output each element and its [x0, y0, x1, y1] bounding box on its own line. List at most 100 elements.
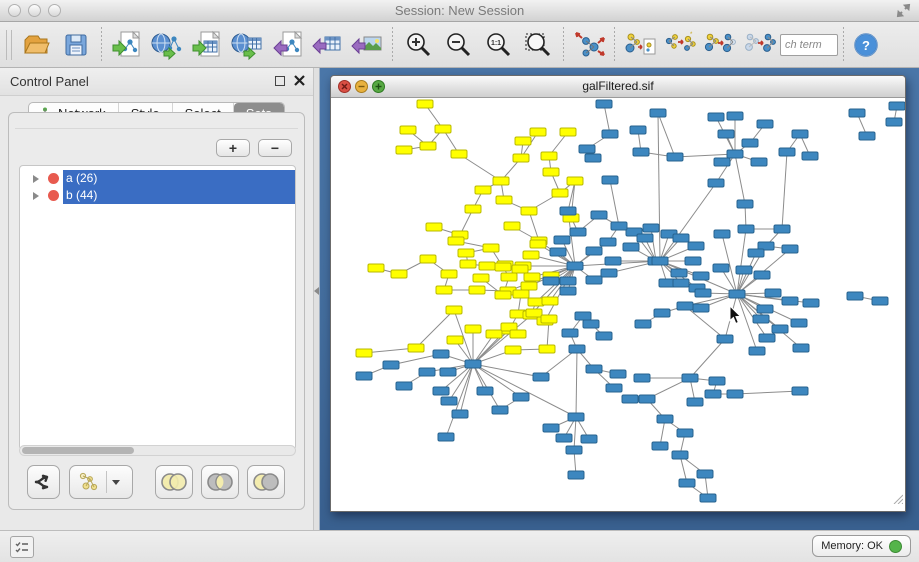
- close-panel-icon[interactable]: [294, 75, 305, 86]
- network-node-selected: [530, 128, 546, 136]
- memory-ok-indicator: [889, 540, 902, 553]
- network-canvas[interactable]: [331, 98, 905, 511]
- network-node: [396, 382, 412, 390]
- set-row-a[interactable]: a (26): [20, 170, 295, 187]
- network-node: [601, 269, 617, 277]
- float-panel-icon[interactable]: [275, 76, 285, 86]
- network-node-selected: [552, 189, 568, 197]
- select-first-neighbors-button[interactable]: [700, 25, 740, 65]
- import-network-file-button[interactable]: [107, 25, 147, 65]
- network-node: [654, 309, 670, 317]
- network-frame[interactable]: galFiltered.sif: [330, 75, 906, 512]
- network-node: [652, 257, 668, 265]
- scrollbar-thumb[interactable]: [22, 447, 134, 454]
- export-network-button[interactable]: [267, 25, 307, 65]
- apply-layout-button[interactable]: [569, 25, 609, 65]
- network-node: [754, 271, 770, 279]
- expand-arrow-icon[interactable]: [33, 175, 39, 183]
- import-network-url-button[interactable]: [147, 25, 187, 65]
- chevron-down-icon[interactable]: [112, 480, 120, 485]
- task-list-icon: [15, 541, 29, 553]
- network-node: [633, 148, 649, 156]
- difference-sets-button[interactable]: [247, 465, 285, 499]
- zoom-actual-size-button[interactable]: 1:1: [478, 25, 518, 65]
- set-row-b[interactable]: b (44): [20, 187, 295, 204]
- network-node: [677, 429, 693, 437]
- toolbar-drag-handle[interactable]: [6, 30, 12, 60]
- network-node: [847, 292, 863, 300]
- network-node: [671, 269, 687, 277]
- zoom-in-button[interactable]: [398, 25, 438, 65]
- help-button[interactable]: ?: [849, 25, 883, 65]
- app-window: Session: New Session: [0, 0, 919, 562]
- network-node: [583, 320, 599, 328]
- toolbar-separator: [392, 27, 393, 63]
- intersect-sets-button[interactable]: [201, 465, 239, 499]
- save-session-button[interactable]: [56, 25, 96, 65]
- import-table-file-button[interactable]: [187, 25, 227, 65]
- add-set-button[interactable]: +: [216, 139, 250, 157]
- memory-status-button[interactable]: Memory: OK: [812, 535, 911, 557]
- select-from-file-button[interactable]: [620, 25, 660, 65]
- collapse-panel-icon[interactable]: [314, 287, 319, 295]
- venn-intersection-icon: [206, 472, 234, 492]
- network-node: [606, 384, 622, 392]
- network-node-selected: [469, 286, 485, 294]
- network-node: [748, 249, 764, 257]
- network-node: [596, 100, 612, 108]
- network-node: [742, 139, 758, 147]
- network-node-selected: [460, 260, 476, 268]
- network-node: [639, 395, 655, 403]
- network-node: [727, 390, 743, 398]
- network-frame-title: galFiltered.sif: [331, 79, 905, 93]
- frame-resize-grip[interactable]: [891, 491, 903, 509]
- import-table-url-button[interactable]: [227, 25, 267, 65]
- network-node: [693, 304, 709, 312]
- task-history-button[interactable]: [10, 536, 34, 558]
- network-node: [550, 248, 566, 256]
- network-node: [567, 262, 583, 270]
- zoom-out-button[interactable]: [438, 25, 478, 65]
- network-node: [782, 245, 798, 253]
- network-node: [600, 238, 616, 246]
- network-node-selected: [495, 263, 511, 271]
- create-set-from-network-button[interactable]: [69, 465, 133, 499]
- network-node: [569, 345, 585, 353]
- panel-splitter[interactable]: [313, 68, 320, 530]
- network-node-selected: [513, 290, 529, 298]
- search-input[interactable]: [780, 34, 838, 56]
- sets-list[interactable]: a (26) b (44): [19, 165, 296, 450]
- network-desktop: galFiltered.sif: [320, 68, 919, 530]
- network-node: [560, 277, 576, 285]
- network-node-selected: [483, 244, 499, 252]
- hide-selected-button[interactable]: [740, 25, 780, 65]
- split-set-button[interactable]: [27, 465, 60, 499]
- remove-set-button[interactable]: −: [258, 139, 292, 157]
- export-image-button[interactable]: [347, 25, 387, 65]
- network-node-selected: [543, 168, 559, 176]
- select-marked-nodes-button[interactable]: *: [660, 25, 700, 65]
- zoom-actual-label: 1:1: [491, 40, 501, 47]
- network-node: [757, 305, 773, 313]
- network-node: [714, 230, 730, 238]
- network-node: [697, 470, 713, 478]
- network-node: [687, 398, 703, 406]
- sets-horizontal-scrollbar[interactable]: [19, 445, 296, 456]
- yellow-network-icon: [77, 471, 101, 493]
- network-node: [765, 289, 781, 297]
- network-node: [568, 471, 584, 479]
- network-node-selected: [560, 128, 576, 136]
- export-table-button[interactable]: [307, 25, 347, 65]
- zoom-fit-button[interactable]: [518, 25, 558, 65]
- union-sets-button[interactable]: [155, 465, 193, 499]
- fullscreen-resize-icon[interactable]: [896, 3, 911, 23]
- control-panel-header: Control Panel: [0, 68, 313, 96]
- expand-arrow-icon[interactable]: [33, 192, 39, 200]
- toolbar-separator: [101, 27, 102, 63]
- network-frame-titlebar[interactable]: galFiltered.sif: [331, 76, 905, 98]
- open-session-button[interactable]: [16, 25, 56, 65]
- network-node-selected: [513, 154, 529, 162]
- network-graph[interactable]: [331, 98, 905, 511]
- network-node: [693, 272, 709, 280]
- network-node: [889, 102, 905, 110]
